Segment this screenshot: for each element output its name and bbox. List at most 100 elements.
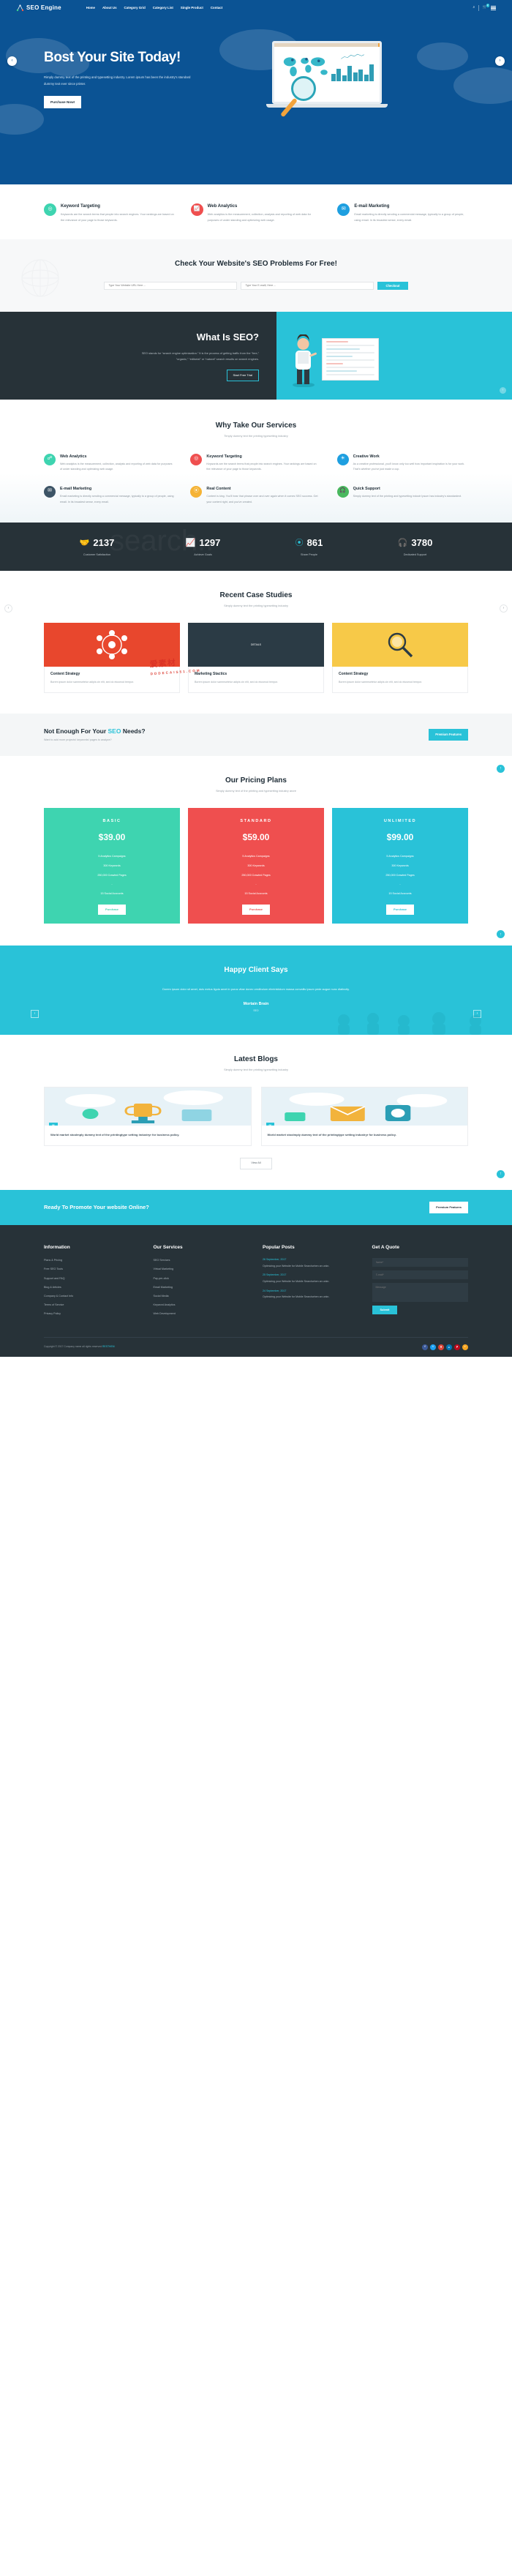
post-date: 25 September, 2017 [263,1273,287,1277]
scroll-to-top-button-bottom[interactable]: ↑ [497,930,505,939]
promo-title: Ready To Promote Your website Online? [44,1204,149,1211]
testimonial-author: Mortain Brain [243,1002,269,1007]
footer-link[interactable]: SEO Services [154,1259,170,1262]
plan-feature: 300 Keywords [391,864,409,867]
plan-feature: - [399,883,401,886]
search-icon[interactable]: ⌕ [473,5,475,11]
pricing-plan-unlimited: UNLIMITED $99.00 5 Analytics Campaigns 3… [332,808,468,924]
blogs-title: Latest Blogs [233,1055,278,1063]
cta-premium-features-button[interactable]: Premium Features [429,728,468,741]
plan-purchase-button[interactable]: Purchase [97,905,126,916]
plan-feature: - [111,883,113,886]
footer-link[interactable]: Web Development [154,1312,176,1315]
headset-icon: 🎧 [397,538,408,547]
bulb-icon: ☀ [336,453,349,465]
plan-purchase-button[interactable]: Purchase [241,905,270,916]
footer-column-popular-posts: Popular Posts 26 September, 2017 Optimiz… [263,1244,359,1321]
scroll-to-top-button[interactable]: ↑ [500,386,506,394]
footer-link[interactable]: Social Media [154,1295,169,1298]
blog-card[interactable]: 06 World market stoolmply dummy text of … [260,1087,468,1146]
scroll-to-top-button[interactable]: ↑ [497,1169,505,1178]
service-text: Keywords are the search terms that peopl… [206,462,317,471]
brand-logo[interactable]: SEO Engine [16,4,61,12]
email-input[interactable] [241,281,374,290]
website-url-input[interactable] [104,281,238,290]
nav-item-category-grid[interactable]: Category Grid [124,6,146,11]
nav-item-about-us[interactable]: About Us [102,6,117,11]
case-card[interactable]: Content Strategy Borem ipsum dolor samrn… [332,623,468,694]
why-services-title: Why Take Our Services [215,421,297,430]
google-plus-icon[interactable]: g [438,1344,444,1350]
footer-column-our-services: Our Services SEO Services Virtual Market… [154,1244,250,1321]
hero-purchase-button[interactable]: Purchase Now! [44,95,82,108]
hero-prev-button[interactable]: ‹ [7,56,17,66]
counters-section: search.. 🤝 2137 Customer Satisfaction 📈 … [0,522,512,571]
case-next-button[interactable]: › [500,604,508,613]
footer-link[interactable]: Free SEO Tools [44,1268,63,1270]
nav-item-single-product[interactable]: Single Product [181,6,203,11]
footer-link[interactable]: Support and FAQ [44,1277,65,1280]
footer-link[interactable]: Pay-per-click [154,1277,169,1280]
hero-subtitle: Rimply dummy text of the printing and ty… [44,75,191,86]
facebook-icon[interactable]: f [422,1344,428,1350]
service-title: Creative Work [353,454,380,459]
linkedin-icon[interactable]: in [446,1344,452,1350]
footer-link[interactable]: Blog & Articles [44,1286,61,1289]
plan-price: $99.00 [386,832,414,842]
case-studies-section: Recent Case Studies Simply dummy text th… [0,570,512,714]
footer-link[interactable]: Privacy Policy [44,1312,61,1315]
footer-link[interactable]: Virtual Marketing [154,1268,174,1270]
pricing-grid: BASIC $39.00 5 Analytics Campaigns 300 K… [44,808,468,924]
popular-post[interactable]: 24 September, 2017 Optimizing your Websi… [263,1289,359,1300]
plan-price: $39.00 [98,832,126,842]
nav-item-contact[interactable]: Contact [211,6,222,11]
case-title: Content Strategy [339,672,369,677]
features-section: ◎ Keyword Targeting Keywords are the sea… [0,184,512,240]
plan-purchase-button[interactable]: Purchase [385,905,414,916]
footer-link[interactable]: Company & Contact Info [44,1295,73,1298]
quote-email-input[interactable] [372,1270,468,1280]
scroll-to-top-button[interactable]: ↑ [497,764,505,773]
view-all-button[interactable]: View All [240,1157,272,1169]
whiteboard-illustration [322,337,379,381]
nav-item-home[interactable]: Home [86,6,95,11]
case-details-badge[interactable]: DETAILS [246,641,266,649]
popular-post[interactable]: 26 September, 2017 Optimizing your Websi… [263,1258,359,1268]
quote-name-input[interactable] [372,1258,468,1268]
post-text: Optimizing your Website for Mobile Searc… [263,1264,330,1268]
service-title: Quick Support [353,486,380,491]
cart-icon[interactable]: 🛒 2 [483,4,489,11]
case-text: Borem ipsum dolor samrnsetetur adipis ci… [195,681,279,684]
case-prev-button[interactable]: ‹ [4,604,12,613]
rss-icon[interactable]: r [462,1344,468,1350]
nav-item-category-list[interactable]: Category List [153,6,173,11]
hero-next-button[interactable]: › [495,56,505,66]
counter-label: Achieve Goals [194,553,212,556]
checkout-button[interactable]: Checkout [377,281,408,290]
feature-title: Keyword Targeting [61,204,100,209]
plan-features: 5 Analytics Campaigns 300 Keywords 250,0… [44,853,180,899]
footer-link[interactable]: Email Marketing [154,1286,173,1289]
seo-check-section: Check Your Website's SEO Problems For Fr… [0,239,512,312]
quote-submit-button[interactable]: Submit [372,1306,398,1315]
footer-link[interactable]: Terms of Service [44,1303,64,1306]
counter-value: 2137 [93,537,115,549]
promo-premium-features-button[interactable]: Premium Features [429,1201,468,1213]
promo-section: Ready To Promote Your website Online? Pr… [0,1189,512,1225]
copyright-text: Copyright © 2017 Company name all rights… [44,1345,115,1349]
counter-label: Customer Satisfaction [83,553,111,556]
feature-text: Web analytics is the measurement, collec… [207,213,312,222]
footer-link[interactable]: Keyword Analytics [154,1303,176,1306]
cta-title-part-b: Needs? [121,727,146,735]
case-card[interactable]: DETAILS Marketing Stactics Borem ipsum d… [188,623,324,694]
twitter-icon[interactable]: t [430,1344,436,1350]
footer-link[interactable]: Plans & Pricing [44,1259,62,1262]
start-free-trial-button[interactable]: Start Free Trial [226,369,259,381]
blog-card[interactable]: 06 World market stoolmply dummy text of … [44,1087,252,1146]
quote-message-input[interactable] [372,1283,468,1303]
popular-post[interactable]: 25 September, 2017 Optimizing your Websi… [263,1273,359,1284]
what-is-seo-text: SEO stands for “search engine optimizati… [141,351,259,361]
pinterest-icon[interactable]: p [454,1344,460,1350]
growth-chart-icon: 📈 [185,538,196,547]
hamburger-menu-icon[interactable] [491,6,496,10]
